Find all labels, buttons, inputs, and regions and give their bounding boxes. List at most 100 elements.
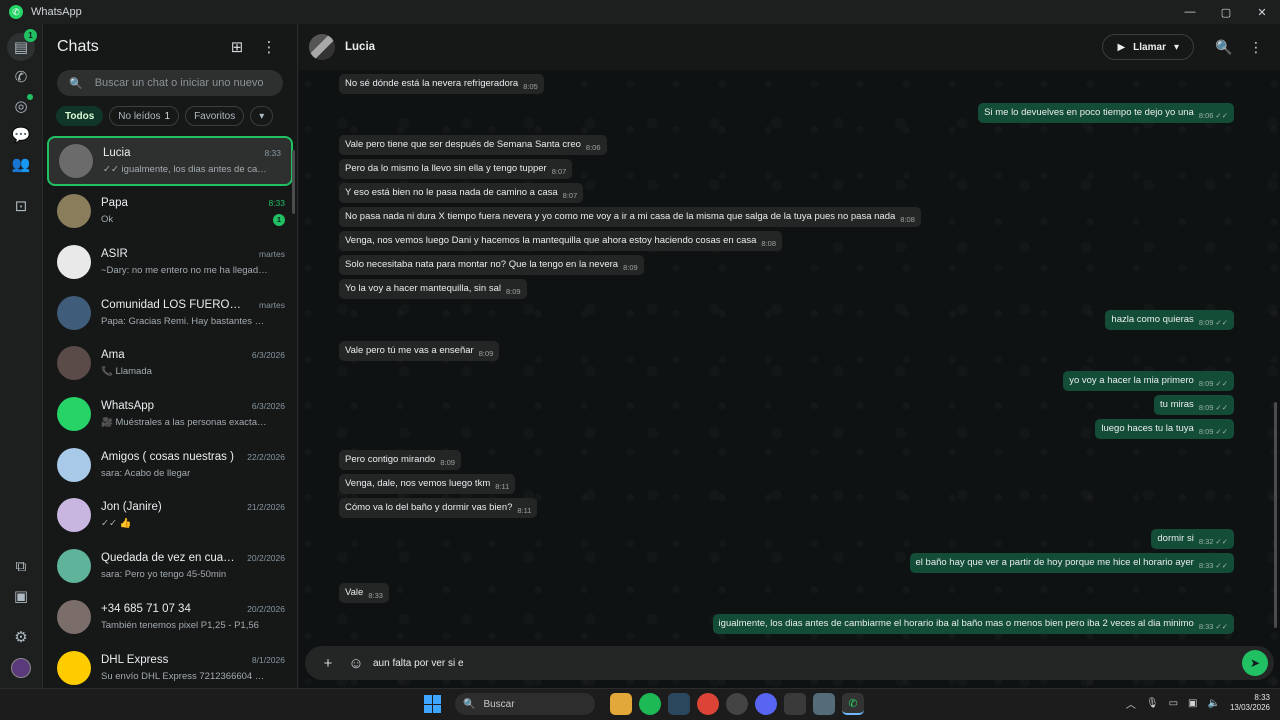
send-button[interactable]: ➤ bbox=[1242, 650, 1268, 676]
message-text: hazla como quieras bbox=[1111, 314, 1194, 325]
chat-row[interactable]: WhatsApp 6/3/2026 🎥 Muéstrales a las perso… bbox=[43, 389, 297, 440]
settings-icon[interactable]: ⚙ bbox=[7, 623, 35, 651]
sticker-icon[interactable]: ☺ bbox=[345, 652, 367, 674]
start-icon[interactable] bbox=[424, 695, 442, 713]
chat-row[interactable]: Jon (Janire) 21/2/2026 ✓✓ 👍 bbox=[43, 490, 297, 541]
outgoing-message[interactable]: luego haces tu la tuya 8:09 ✓✓ bbox=[1095, 419, 1234, 439]
taskbar-search[interactable]: 🔍 Buscar bbox=[455, 693, 595, 715]
chat-preview: Su envío DHL Express 7212366604 de ... bbox=[101, 670, 269, 682]
message-time: 8:05 bbox=[523, 82, 538, 91]
chat-list-scrollbar[interactable] bbox=[292, 150, 295, 214]
volume-icon[interactable]: 🔈 bbox=[1208, 698, 1220, 709]
message-text: Pero contigo mirando bbox=[345, 454, 436, 465]
network-icon[interactable]: ▣ bbox=[1188, 698, 1197, 709]
read-receipt-icon: ✓✓ bbox=[1215, 622, 1228, 631]
outgoing-message[interactable]: yo voy a hacer la mia primero 8:09 ✓✓ bbox=[1063, 371, 1234, 391]
nav-rail: ▤ 1 ✆ ◎ 💬 👥 ⊡ ⧉ ▣ ⚙ bbox=[0, 24, 43, 688]
search-icon[interactable]: 🔍 bbox=[1210, 33, 1238, 61]
outgoing-message[interactable]: hazla como quieras 8:09 ✓✓ bbox=[1105, 310, 1234, 330]
status-icon[interactable]: ◎ bbox=[7, 92, 35, 120]
message-text: Vale pero tú me vas a enseñar bbox=[345, 345, 474, 356]
incoming-message[interactable]: Pero contigo mirando 8:09 bbox=[339, 450, 461, 470]
outgoing-message[interactable]: Si me lo devuelves en poco tiempo te dej… bbox=[978, 103, 1234, 123]
message-time: 8:09 bbox=[1198, 318, 1214, 327]
chat-preview: 📞 Llamada bbox=[101, 366, 152, 378]
chat-row[interactable]: Lucia 8:33 ✓✓ igualmente, los dias antes d… bbox=[47, 136, 293, 186]
chat-row[interactable]: Ama 6/3/2026 📞 Llamada bbox=[43, 338, 297, 389]
media-icon[interactable]: ▣ bbox=[7, 582, 35, 610]
discord-icon[interactable] bbox=[755, 693, 777, 715]
filter-all[interactable]: Todos bbox=[56, 106, 104, 126]
chat-row-top: Comunidad LOS FUEROS 20 martes bbox=[101, 299, 285, 311]
attach-icon[interactable]: + bbox=[317, 652, 339, 674]
app-icon[interactable] bbox=[784, 693, 806, 715]
outgoing-message[interactable]: igualmente, los dias antes de cambiarme … bbox=[712, 614, 1234, 634]
search-input[interactable] bbox=[94, 77, 271, 89]
menu-icon[interactable]: ⋮ bbox=[255, 33, 283, 61]
outgoing-message[interactable]: tu miras 8:09 ✓✓ bbox=[1154, 395, 1234, 415]
outgoing-message[interactable]: dormir si 8:32 ✓✓ bbox=[1151, 529, 1234, 549]
starred-icon[interactable]: ⧉ bbox=[7, 552, 35, 580]
keyboard-icon[interactable]: ▭ bbox=[1169, 698, 1178, 709]
maximize-button[interactable]: ▢ bbox=[1208, 0, 1244, 24]
chat-avatar bbox=[57, 549, 91, 584]
archive-icon[interactable]: ⊡ bbox=[7, 192, 35, 220]
incoming-message[interactable]: Venga, nos vemos luego Dani y hacemos la… bbox=[339, 231, 783, 251]
incoming-message[interactable]: Solo necesitaba nata para montar no? Que… bbox=[339, 255, 644, 275]
communities-icon[interactable]: 👥 bbox=[7, 150, 35, 178]
filter-unread[interactable]: No leídos 1 bbox=[109, 106, 180, 126]
conversation-menu-icon[interactable]: ⋮ bbox=[1242, 33, 1270, 61]
filter-favorites[interactable]: Favoritos bbox=[185, 106, 245, 126]
incoming-message[interactable]: Pero da lo mismo la llevo sin ella y ten… bbox=[339, 159, 573, 179]
chats-icon[interactable]: ▤ 1 bbox=[7, 29, 37, 61]
microphone-icon[interactable]: 🎙 bbox=[1146, 698, 1159, 709]
steam-icon[interactable] bbox=[668, 693, 690, 715]
spotify-icon[interactable] bbox=[639, 693, 661, 715]
filter-more[interactable]: ▾ bbox=[250, 106, 274, 126]
chat-row[interactable]: Papa 8:33 Ok 1 bbox=[43, 186, 297, 237]
incoming-message[interactable]: No sé dónde está la nevera refrigeradora… bbox=[339, 74, 544, 94]
incoming-message[interactable]: No pasa nada ni dura X tiempo fuera neve… bbox=[339, 207, 921, 227]
chat-row[interactable]: Amigos ( cosas nuestras ) 22/2/2026 sara: … bbox=[43, 439, 297, 490]
new-chat-icon[interactable]: ⊞ bbox=[223, 33, 251, 61]
chat-row[interactable]: Comunidad LOS FUEROS 20 martes Papa: Graci… bbox=[43, 287, 297, 338]
search-box[interactable]: 🔍 bbox=[57, 70, 283, 96]
contact-avatar[interactable] bbox=[309, 34, 335, 60]
chat-row-body: Ama 6/3/2026 📞 Llamada bbox=[101, 349, 285, 377]
call-button[interactable]: ▶ Llamar ▾ bbox=[1102, 34, 1194, 60]
conversation-scrollbar[interactable] bbox=[1274, 402, 1277, 628]
whatsapp-taskbar-icon[interactable]: ✆ bbox=[842, 693, 864, 715]
chat-row[interactable]: +34 685 71 07 34 20/2/2026 También tenemos… bbox=[43, 592, 297, 643]
close-window-button[interactable]: ✕ bbox=[1244, 0, 1280, 24]
incoming-message[interactable]: Vale pero tú me vas a enseñar 8:09 bbox=[339, 341, 500, 361]
incoming-message[interactable]: Vale 8:33 bbox=[339, 583, 389, 603]
minimize-button[interactable]: — bbox=[1172, 0, 1208, 24]
chat-avatar bbox=[57, 245, 91, 280]
chat-preview: sara: Acabo de llegar bbox=[101, 467, 191, 479]
chat-row[interactable]: ASIR martes ~Dary: no me entero no me ha l… bbox=[43, 237, 297, 288]
system-tray: ︿ 🎙 ▭ ▣ 🔈 8:33 13/03/2026 bbox=[1126, 693, 1270, 713]
chat-row[interactable]: DHL Express 8/1/2026 Su envío DHL Express … bbox=[43, 642, 297, 693]
chrome-icon[interactable] bbox=[697, 693, 719, 715]
chat-row[interactable]: Quedada de vez en cuando 20/2/2026 sara: P… bbox=[43, 541, 297, 592]
incoming-message[interactable]: Cómo va lo del baño y dormir vas bien? 8:… bbox=[339, 498, 538, 518]
filter-unread-count: 1 bbox=[164, 110, 171, 122]
file-explorer-icon[interactable] bbox=[610, 693, 632, 715]
incoming-message[interactable]: Y eso está bien no le pasa nada de camin… bbox=[339, 183, 584, 203]
contact-name[interactable]: Lucia bbox=[345, 41, 1102, 53]
incoming-message[interactable]: Yo la voy a hacer mantequilla, sin sal 8:… bbox=[339, 279, 527, 299]
chevron-up-icon[interactable]: ︿ bbox=[1126, 696, 1136, 711]
github-icon[interactable] bbox=[726, 693, 748, 715]
incoming-message[interactable]: Vale pero tiene que ser después de Seman… bbox=[339, 135, 607, 155]
chat-name: Quedada de vez en cuando bbox=[101, 552, 241, 565]
outgoing-message[interactable]: el baño hay que ver a partir de hoy porq… bbox=[909, 553, 1234, 573]
chat-time: 20/2/2026 bbox=[247, 603, 285, 614]
game-icon[interactable] bbox=[813, 693, 835, 715]
message-input[interactable] bbox=[373, 657, 1242, 669]
chat-row-body: Lucia 8:33 ✓✓ igualmente, los dias antes d… bbox=[103, 147, 281, 175]
channels-icon[interactable]: 💬 bbox=[7, 121, 35, 149]
calls-icon[interactable]: ✆ bbox=[7, 63, 35, 91]
profile-avatar[interactable] bbox=[11, 658, 31, 678]
incoming-message[interactable]: Venga, dale, nos vemos luego tkm 8:11 bbox=[339, 474, 516, 494]
clock[interactable]: 8:33 13/03/2026 bbox=[1230, 693, 1270, 713]
